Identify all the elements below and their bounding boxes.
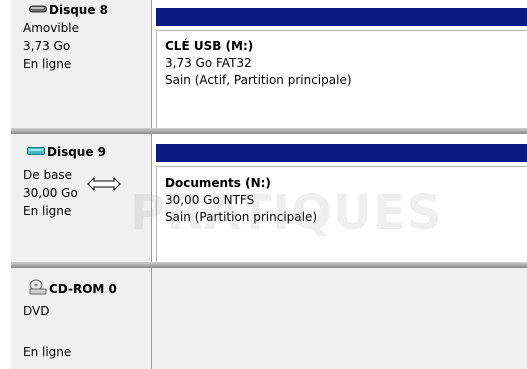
partition-usb[interactable]: CLÉ USB (M:) 3,73 Go FAT32 Sain (Actif, …: [156, 30, 527, 128]
disk-status: En ligne: [23, 204, 72, 218]
partition-bar: [156, 8, 527, 26]
disk-info-panel[interactable]: Disque 8 Amovible 3,73 Go En ligne: [11, 0, 152, 128]
disk-type: DVD: [23, 304, 50, 318]
disk-size: 30,00 Go: [23, 186, 78, 200]
disk-status: En ligne: [23, 345, 72, 359]
disk-name: Disque 9: [47, 145, 107, 159]
disk-type: De base: [23, 168, 73, 182]
partition-name: CLÉ USB (M:): [165, 39, 254, 53]
basic-disk-icon: [27, 145, 45, 159]
partition-size-fs: 3,73 Go FAT32: [165, 56, 252, 70]
cdrom-icon: [29, 279, 47, 298]
removable-disk-icon: [29, 3, 47, 17]
disk-name: CD-ROM 0: [49, 281, 117, 296]
watermark: PRATIQUES: [130, 185, 443, 241]
disk-name: Disque 8: [49, 3, 109, 17]
resize-cursor-icon: [87, 176, 121, 194]
cdrom-row[interactable]: CD-ROM 0 DVD En ligne: [0, 268, 527, 369]
disk-partitions-empty: [152, 268, 527, 369]
disk-info-panel[interactable]: CD-ROM 0 DVD En ligne: [11, 268, 152, 369]
disk-partitions: CLÉ USB (M:) 3,73 Go FAT32 Sain (Actif, …: [152, 0, 527, 128]
disk-status: En ligne: [23, 57, 72, 71]
disk-type: Amovible: [23, 21, 80, 35]
disk-size: 3,73 Go: [23, 39, 71, 53]
disk-row-8[interactable]: Disque 8 Amovible 3,73 Go En ligne CLÉ U…: [0, 0, 527, 128]
partition-bar: [156, 144, 527, 162]
partition-health: Sain (Actif, Partition principale): [165, 73, 352, 87]
